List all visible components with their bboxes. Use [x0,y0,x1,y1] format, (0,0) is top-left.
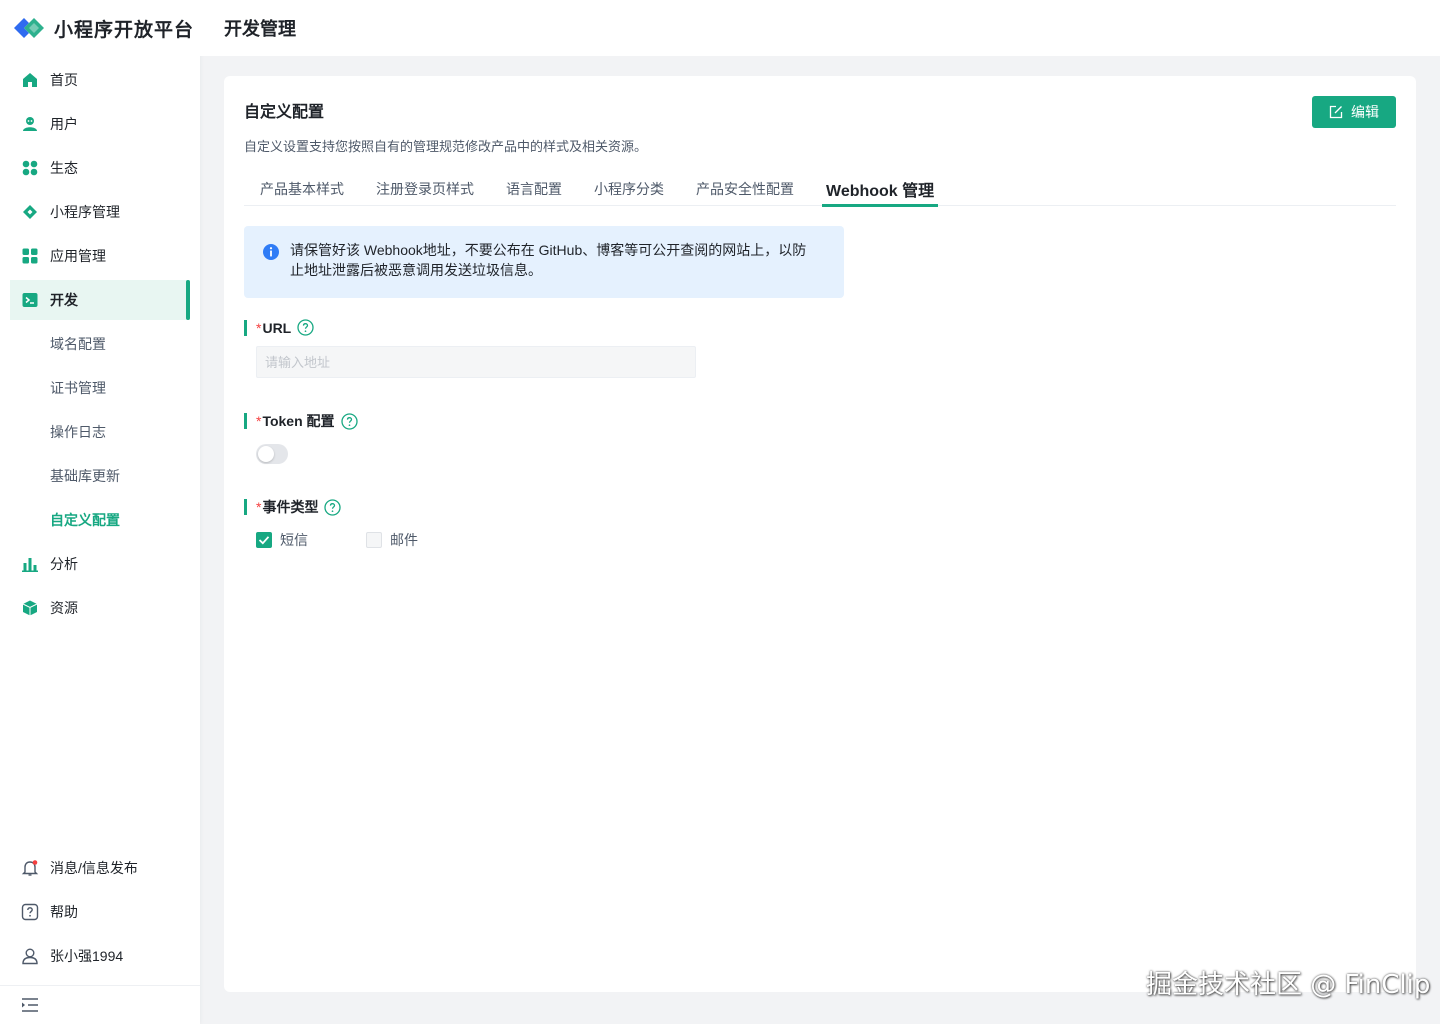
sidebar-sub-custom-config[interactable]: 自定义配置 [0,500,200,540]
sidebar-item-label: 张小强1994 [50,948,124,964]
page-header: 开发管理 [200,0,1440,56]
required-mark: * [256,319,262,336]
cube-icon [20,598,40,618]
url-field-label: * URL [244,319,314,336]
label-accent-bar [244,499,247,515]
tab-miniprogram-category[interactable]: 小程序分类 [578,172,680,206]
watermark: 掘金技术社区 @ FinClip [1146,970,1431,1000]
info-alert: 请保管好该 Webhook地址，不要公布在 GitHub、博客等可公开查阅的网站… [244,226,844,298]
alert-text-line2: 止地址泄露后被恶意调用发送垃圾信息。 [290,262,542,278]
url-help-icon[interactable] [297,319,314,336]
config-tabs: 产品基本样式 注册登录页样式 语言配置 小程序分类 产品安全性配置 Webhoo… [244,172,1396,207]
label-accent-bar [244,319,247,336]
sidebar-item-label: 开发 [50,292,78,308]
sidebar-item-apps[interactable]: 应用管理 [0,236,200,276]
url-label-text: URL [262,319,292,336]
sms-checkbox[interactable]: 短信 [256,530,308,550]
tab-webhook-management[interactable]: Webhook 管理 [822,172,939,207]
edit-button-label: 编辑 [1351,104,1379,120]
sidebar-item-label: 分析 [50,556,78,572]
sidebar-item-account[interactable]: 张小强1994 [0,936,200,976]
bar-chart-icon [20,554,40,574]
sidebar-collapse-button[interactable] [0,985,200,1024]
sidebar-item-label: 用户 [50,116,78,132]
card-title: 自定义配置 [244,104,325,121]
sidebar-item-label: 首页 [50,72,78,88]
terminal-icon [20,290,40,310]
help-icon [20,902,40,922]
sidebar-item-label: 小程序管理 [50,204,120,220]
tab-language-config[interactable]: 语言配置 [490,172,578,206]
tab-product-basic-style[interactable]: 产品基本样式 [244,172,360,206]
sidebar-item-label: 资源 [50,600,78,616]
required-mark: * [256,499,262,515]
alert-text-line1: 请保管好该 Webhook地址，不要公布在 GitHub、博客等可公开查阅的网站… [290,242,807,258]
sidebar-bottom: 消息/信息发布 帮助 张小强1994 [0,848,200,980]
check-icon [258,536,270,545]
sidebar-item-label: 帮助 [50,904,78,920]
ecosystem-icon [20,158,40,178]
sidebar-sub-certificates[interactable]: 证书管理 [0,368,200,408]
sidebar-sub-domain-config[interactable]: 域名配置 [0,324,200,364]
diamond-icon [20,202,40,222]
menu-fold-icon [22,998,38,1012]
sidebar-item-label: 生态 [50,160,78,176]
sidebar-item-label: 应用管理 [50,248,106,264]
custom-config-card: 自定义配置 自定义设置支持您按照自有的管理规范修改产品中的样式及相关资源。 编辑… [224,76,1416,992]
token-field-label: * Token 配置 [244,411,358,431]
label-accent-bar [244,413,247,429]
edit-button[interactable]: 编辑 [1312,96,1396,128]
sidebar-item-develop[interactable]: 开发 [10,280,190,320]
sidebar-item-users[interactable]: 用户 [0,104,200,144]
bell-icon [20,858,40,878]
token-toggle-switch[interactable] [256,444,288,464]
sidebar-item-help[interactable]: 帮助 [0,892,200,932]
token-help-icon[interactable] [340,412,358,430]
edit-icon [1329,105,1343,119]
token-label-text: Token 配置 [262,413,335,429]
url-input[interactable] [256,346,696,378]
event-type-help-icon[interactable] [324,498,342,516]
logo-mark-icon [12,14,48,42]
checkbox-unchecked [366,532,382,548]
event-type-label-text: 事件类型 [262,499,319,515]
user-icon [20,114,40,134]
sidebar: 小程序开放平台 首页 用户 生态 小程序管理 应用管理 开发 域名配置 证书管理… [0,0,200,1024]
app-name: 小程序开放平台 [54,19,195,41]
toggle-knob [258,446,274,462]
checkbox-checked [256,532,272,548]
account-icon [20,946,40,966]
sidebar-item-home[interactable]: 首页 [0,60,200,100]
sidebar-item-ecosystem[interactable]: 生态 [0,148,200,188]
sidebar-item-messages[interactable]: 消息/信息发布 [0,848,200,888]
sidebar-item-resources[interactable]: 资源 [0,588,200,628]
sidebar-item-miniprogram[interactable]: 小程序管理 [0,192,200,232]
sidebar-sub-base-library-update[interactable]: 基础库更新 [0,456,200,496]
card-description: 自定义设置支持您按照自有的管理规范修改产品中的样式及相关资源。 [244,139,648,154]
sidebar-sub-operation-log[interactable]: 操作日志 [0,412,200,452]
info-icon [263,244,279,260]
email-checkbox[interactable]: 邮件 [366,530,418,550]
sidebar-item-label: 消息/信息发布 [50,860,138,876]
logo[interactable]: 小程序开放平台 [0,0,200,56]
tab-security-config[interactable]: 产品安全性配置 [680,172,810,206]
event-type-field-label: * 事件类型 [244,497,342,517]
home-icon [20,70,40,90]
tab-login-page-style[interactable]: 注册登录页样式 [360,172,490,206]
email-checkbox-label: 邮件 [390,532,418,548]
sidebar-nav: 首页 用户 生态 小程序管理 应用管理 开发 域名配置 证书管理 操作日志 基础… [0,60,200,632]
sidebar-item-analytics[interactable]: 分析 [0,544,200,584]
page-title: 开发管理 [224,19,296,39]
sms-checkbox-label: 短信 [280,532,308,548]
apps-grid-icon [20,246,40,266]
required-mark: * [256,413,262,429]
